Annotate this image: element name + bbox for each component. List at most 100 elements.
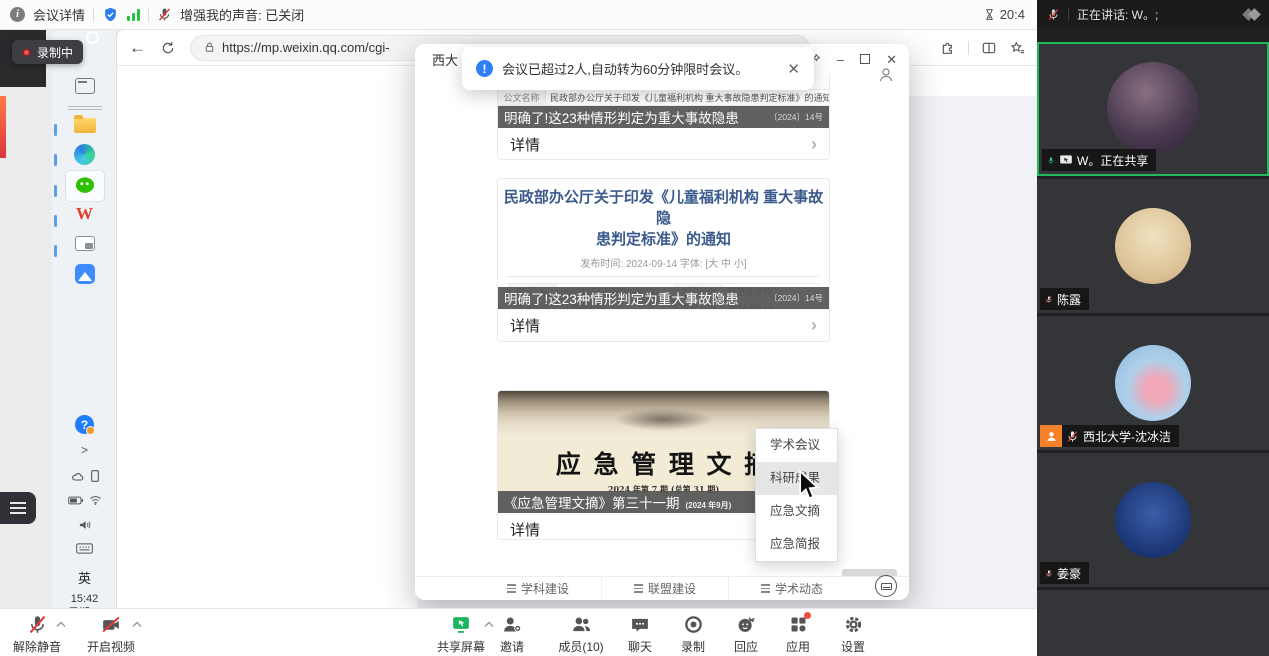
chevron-right-icon: › bbox=[811, 315, 817, 336]
reaction-icon bbox=[735, 614, 757, 635]
participant-tile[interactable]: 纪元 bbox=[1037, 590, 1269, 656]
file-explorer-icon[interactable] bbox=[52, 118, 117, 133]
participant-tile[interactable]: 姜豪 bbox=[1037, 453, 1269, 587]
windows-taskbar: W ? > 英 15:42星期一2024/10/7 bbox=[52, 30, 117, 656]
voice-enhance-status[interactable]: 增强我的声音: 已关闭 bbox=[180, 5, 304, 24]
back-icon[interactable]: ← bbox=[129, 38, 146, 58]
maximize-icon[interactable] bbox=[860, 54, 870, 64]
record-icon bbox=[683, 614, 704, 635]
meeting-toolbar: 解除静音 开启视频 共享屏幕 邀请 成员(10) 聊天 录制 bbox=[0, 608, 1037, 656]
mic-muted-icon bbox=[1066, 430, 1079, 443]
account-person-icon[interactable] bbox=[877, 66, 895, 84]
info-icon: ! bbox=[476, 60, 493, 77]
detail-link[interactable]: 详情› bbox=[498, 309, 829, 341]
screen-share-icon bbox=[450, 614, 472, 635]
list-icon bbox=[634, 584, 643, 593]
tray-volume-icon[interactable] bbox=[52, 519, 117, 531]
mic-muted-icon bbox=[27, 614, 48, 635]
menu-item-academic-meeting[interactable]: 学术会议 bbox=[756, 429, 837, 462]
divider bbox=[93, 8, 94, 22]
info-icon: i bbox=[10, 7, 25, 22]
article-title: 民政部办公厅关于印发《儿童福利机构 重大事故隐患判定标准》的通知 bbox=[498, 179, 829, 250]
meeting-toast: ! 会议已超过2人,自动转为60分钟限时会议。 ✕ bbox=[462, 47, 814, 90]
divider bbox=[148, 8, 149, 22]
menu-item-emergency-brief[interactable]: 应急简报 bbox=[756, 528, 837, 561]
cloud-drive-icon[interactable] bbox=[52, 264, 117, 284]
tray-keyboard-icon[interactable] bbox=[52, 543, 117, 554]
reload-icon[interactable] bbox=[160, 40, 176, 56]
toast-text: 会议已超过2人,自动转为60分钟限时会议。 bbox=[502, 59, 748, 78]
recording-label: 录制中 bbox=[37, 44, 73, 61]
image-caption-overlay: 明确了!这23种情形判定为重大事故隐患〔2024〕14号 bbox=[498, 287, 829, 309]
tray-cloud-phone-icons[interactable] bbox=[52, 470, 117, 482]
sidebar-toggle-button[interactable] bbox=[0, 492, 36, 524]
participant-name-chip: W。正在共享 bbox=[1042, 149, 1156, 171]
wechat-app-icon[interactable] bbox=[52, 170, 117, 202]
meeting-details-button[interactable]: 会议详情 bbox=[33, 5, 85, 24]
avatar bbox=[1115, 208, 1191, 284]
wps-app-icon[interactable]: W bbox=[52, 204, 117, 224]
list-icon bbox=[507, 584, 516, 593]
settings-button[interactable]: 设置 bbox=[818, 614, 888, 655]
divider bbox=[508, 276, 819, 277]
edge-browser-icon[interactable] bbox=[52, 144, 117, 165]
image-caption-overlay: 明确了!这23种情形判定为重大事故隐患〔2024〕14号 bbox=[498, 106, 829, 128]
invite-icon bbox=[501, 614, 523, 635]
article-window-tabbar: 学科建设 联盟建设 学术动态 bbox=[415, 576, 909, 600]
participant-name-chip: 陈露 bbox=[1040, 288, 1089, 310]
chat-icon bbox=[629, 614, 651, 635]
close-icon[interactable]: ✕ bbox=[886, 53, 897, 66]
article-card-notice[interactable]: 民政部办公厅关于印发《儿童福利机构 重大事故隐患判定标准》的通知 发布时间: 2… bbox=[497, 178, 830, 342]
list-icon bbox=[761, 584, 770, 593]
participant-tile[interactable]: 西北大学-沈冰洁 bbox=[1037, 316, 1269, 450]
network-signal-icon bbox=[127, 9, 140, 21]
panel-header: 正在讲话: W。; bbox=[1037, 0, 1269, 28]
favorites-icon[interactable] bbox=[1009, 40, 1025, 56]
url-text: https://mp.weixin.qq.com/cgi- bbox=[222, 40, 390, 55]
participant-name-chip: 西北大学-沈冰洁 bbox=[1040, 425, 1179, 447]
mic-muted-icon bbox=[1047, 8, 1060, 21]
gov-table-row: 公文名称民政部办公厅关于印发《儿童福利机构 重大事故隐患判定标准》的通知 bbox=[498, 90, 829, 106]
chevron-right-icon: › bbox=[811, 134, 817, 155]
notification-dot bbox=[804, 612, 811, 619]
logo-diamonds-icon bbox=[1244, 10, 1259, 19]
shield-icon[interactable] bbox=[102, 6, 119, 23]
meeting-screen: i 会议详情 增强我的声音: 已关闭 20:4 录制中 W bbox=[0, 0, 1269, 656]
extensions-icon[interactable] bbox=[940, 40, 956, 56]
invite-button[interactable]: 邀请 bbox=[477, 614, 547, 655]
close-icon[interactable]: ✕ bbox=[787, 60, 800, 78]
meeting-topbar: i 会议详情 增强我的声音: 已关闭 20:4 bbox=[0, 0, 1037, 30]
divider bbox=[1068, 8, 1069, 21]
task-view-icon[interactable] bbox=[52, 78, 117, 94]
camera-muted-icon bbox=[100, 614, 122, 635]
screen-share-icon bbox=[1059, 154, 1073, 166]
article-meta: 发布时间: 2024-09-14 字体: [大 中 小] bbox=[498, 255, 829, 270]
participants-panel: 正在讲话: W。; W。正在共享 陈露 西北大学-沈冰洁 bbox=[1037, 0, 1269, 656]
keyboard-toggle-icon[interactable] bbox=[875, 575, 897, 597]
record-dot-icon bbox=[22, 48, 31, 57]
ring-decoration bbox=[86, 31, 99, 44]
participant-name-chip: 姜豪 bbox=[1040, 562, 1089, 584]
tab-alliance[interactable]: 联盟建设 bbox=[601, 577, 728, 600]
recording-indicator: 录制中 bbox=[12, 40, 83, 64]
detail-link[interactable]: 详情› bbox=[498, 128, 829, 160]
split-screen-icon[interactable] bbox=[981, 40, 997, 56]
participant-tile[interactable]: W。正在共享 bbox=[1037, 42, 1269, 176]
hourglass-icon bbox=[983, 8, 996, 21]
mic-muted-icon bbox=[1040, 567, 1053, 580]
participant-tile[interactable]: 陈露 bbox=[1037, 179, 1269, 313]
help-icon[interactable]: ? bbox=[52, 415, 117, 434]
pip-window-icon[interactable] bbox=[52, 236, 117, 251]
input-language-indicator[interactable]: 英 bbox=[52, 568, 117, 587]
chevron-up-icon[interactable] bbox=[56, 621, 66, 628]
tray-battery-wifi-icons[interactable] bbox=[52, 495, 117, 505]
divider bbox=[968, 41, 969, 55]
chevron-up-icon[interactable] bbox=[132, 621, 142, 628]
tab-academic-news[interactable]: 学术动态 bbox=[728, 577, 855, 600]
tab-discipline[interactable]: 学科建设 bbox=[475, 577, 601, 600]
tray-expand-icon[interactable]: > bbox=[52, 443, 117, 457]
minimize-icon[interactable]: – bbox=[837, 53, 844, 66]
background-window-edge bbox=[0, 96, 6, 158]
mic-on-icon bbox=[1042, 154, 1055, 167]
mic-muted-icon bbox=[157, 7, 172, 22]
